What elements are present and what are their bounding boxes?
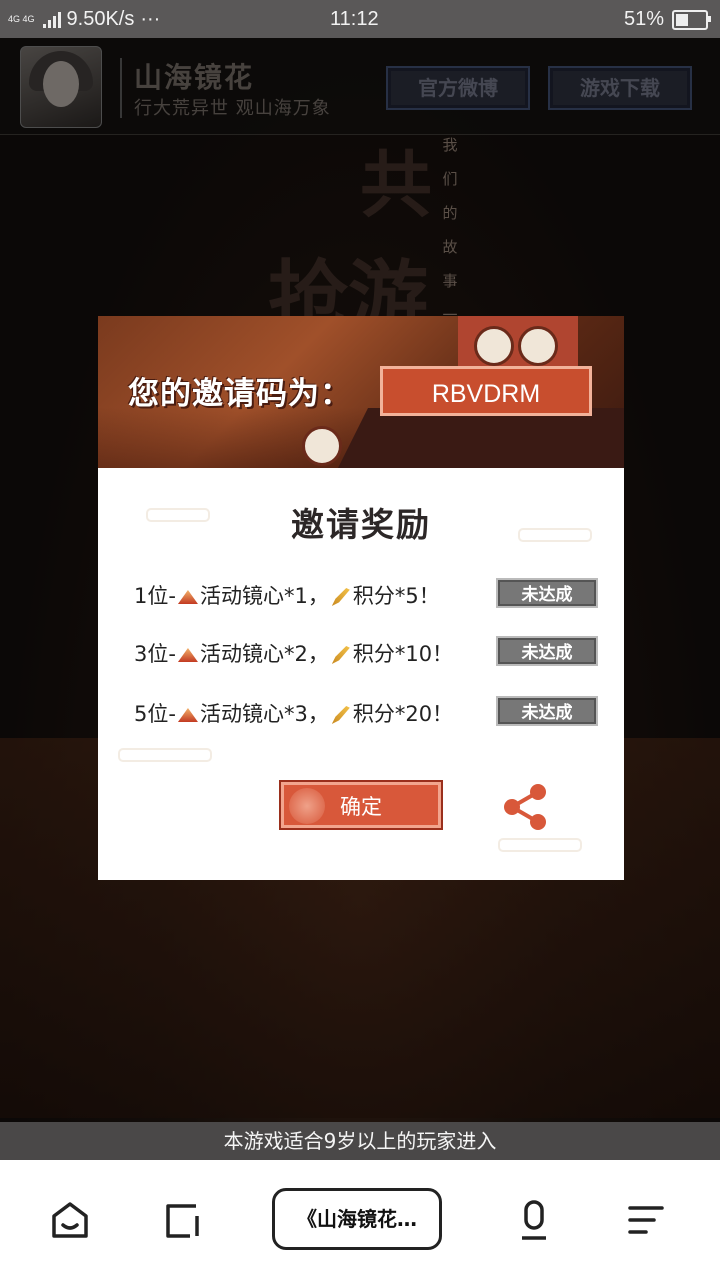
home-icon[interactable] [48, 1198, 92, 1242]
battery-icon [672, 9, 711, 30]
modal-body: 邀请奖励 1位- 活动镜心*1， 积分*5！ 未达成 3位- 活动镜心*2， 积分*10… [98, 468, 624, 880]
clock: 11:12 [330, 8, 379, 30]
confirm-label: 确定 [340, 795, 382, 819]
reward-rank: 1位- [134, 584, 176, 608]
invite-code-value[interactable]: RBVDRM [380, 366, 592, 416]
battery-percent: 51% [623, 8, 664, 30]
invite-code-label: 您的邀请码为： [128, 376, 352, 412]
status-bar: 4G 4G 9.50K/s ··· 11:12 51% [0, 0, 720, 38]
signal-icon [42, 11, 61, 28]
more-dots: ··· [140, 8, 161, 30]
invite-modal: 您的邀请码为： RBVDRM 邀请奖励 1位- 活动镜心*1， 积分*5！ 未达成 … [98, 316, 624, 880]
status-badge[interactable]: 未达成 [496, 578, 598, 608]
mirror-heart-icon [177, 708, 198, 722]
confirm-button[interactable]: 确定 [279, 780, 443, 830]
reward-rank: 5位- [134, 702, 176, 726]
age-notice: 本游戏适合9岁以上的玩家进入 [0, 1122, 720, 1160]
reward-rank: 3位- [134, 642, 176, 666]
reward-row: 1位- 活动镜心*1， 积分*5！ 未达成 [134, 574, 604, 614]
banner-ornament [302, 426, 342, 466]
reward-item-mirror: 活动镜心*2， [199, 642, 329, 666]
reward-item-points: 积分*5！ [352, 584, 440, 608]
reward-row: 3位- 活动镜心*2， 积分*10！ 未达成 [134, 632, 604, 672]
tabs-icon[interactable] [160, 1198, 204, 1242]
mirror-heart-icon [177, 648, 198, 662]
reward-item-mirror: 活动镜心*3， [199, 702, 329, 726]
banner-ornament [474, 326, 514, 366]
network-speed: 9.50K/s [66, 8, 135, 30]
cloud-pattern [498, 838, 582, 852]
banner-ornament [518, 326, 558, 366]
points-feather-icon [331, 588, 350, 606]
status-badge[interactable]: 未达成 [496, 636, 598, 666]
status-badge[interactable]: 未达成 [496, 696, 598, 726]
current-tab-title[interactable]: 《山海镜花… [272, 1188, 442, 1250]
share-icon[interactable] [500, 782, 550, 832]
points-feather-icon [331, 646, 350, 664]
microphone-icon[interactable] [512, 1198, 556, 1242]
reward-item-points: 积分*10！ [352, 642, 454, 666]
mirror-heart-icon [177, 590, 198, 604]
reward-text: 5位- 活动镜心*3， 积分*20！ [134, 698, 453, 728]
reward-text: 1位- 活动镜心*1， 积分*5！ [134, 580, 440, 610]
reward-row: 5位- 活动镜心*3， 积分*20！ 未达成 [134, 692, 604, 732]
cloud-pattern [118, 748, 212, 762]
browser-toolbar: 《山海镜花… [0, 1160, 720, 1280]
reward-item-points: 积分*20！ [352, 702, 454, 726]
reward-text: 3位- 活动镜心*2， 积分*10！ [134, 638, 453, 668]
menu-icon[interactable] [624, 1198, 668, 1242]
modal-banner: 您的邀请码为： RBVDRM [98, 316, 624, 468]
rewards-title: 邀请奖励 [291, 505, 431, 544]
reward-item-mirror: 活动镜心*1， [199, 584, 329, 608]
points-feather-icon [331, 706, 350, 724]
network-type: 4G 4G [8, 14, 35, 24]
flower-decoration-icon [289, 788, 325, 824]
